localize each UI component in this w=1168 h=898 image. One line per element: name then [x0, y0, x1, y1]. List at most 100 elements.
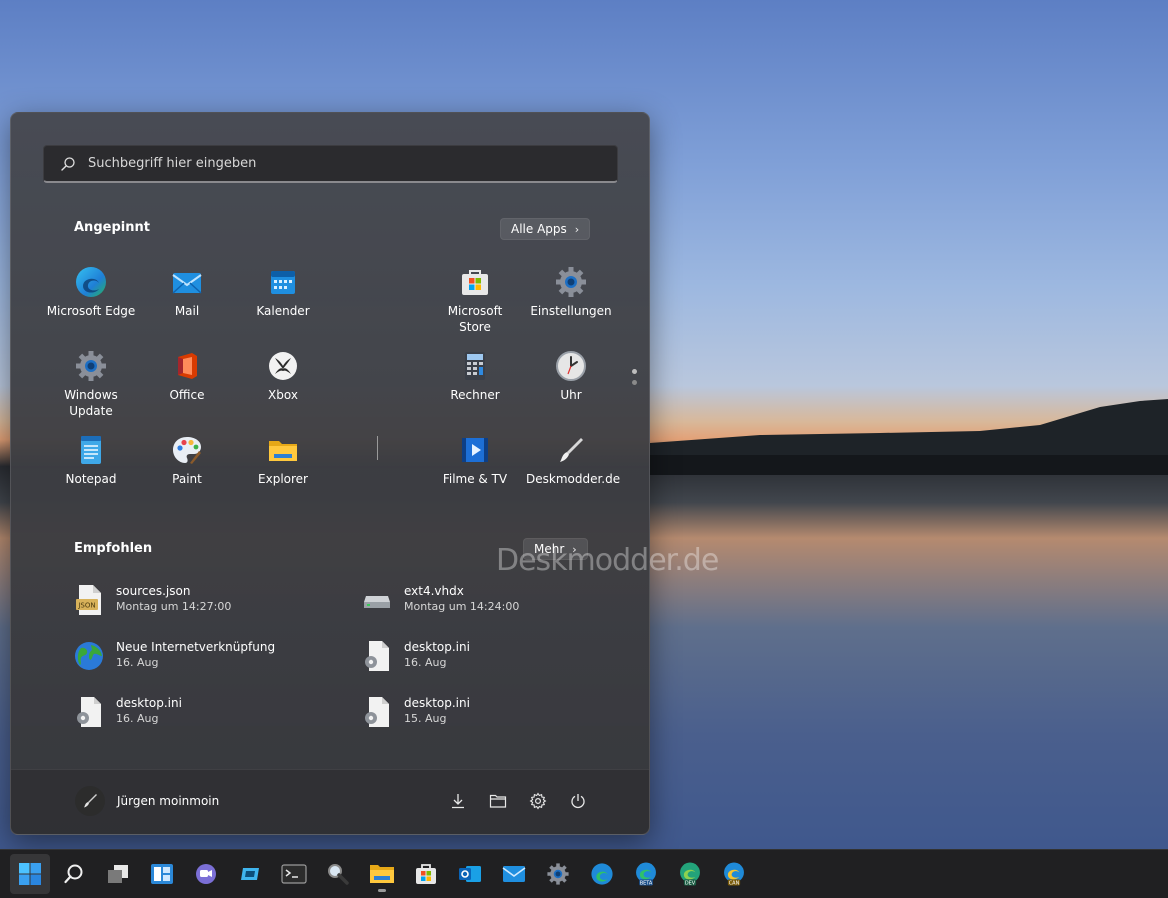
svg-text:CAN: CAN — [729, 880, 740, 886]
app-label: Explorer — [258, 472, 308, 486]
task-view-icon — [108, 865, 128, 883]
user-account-button[interactable]: Jürgen moinmoin — [75, 786, 219, 816]
recommended-item[interactable]: ext4.vhdx Montag um 14:24:00 — [362, 584, 632, 616]
pinned-app-xbox[interactable]: Xbox — [238, 349, 328, 403]
recommended-title: Empfohlen — [74, 541, 153, 556]
store-taskbar-button[interactable] — [406, 854, 446, 894]
pinned-app-paint[interactable]: Paint — [142, 433, 232, 487]
file-explorer-button[interactable] — [487, 790, 509, 812]
pinned-app-films-tv[interactable]: Filme & TV — [430, 433, 520, 487]
edge-canary-button[interactable]: CAN — [714, 854, 754, 894]
svg-text:BETA: BETA — [640, 880, 653, 886]
app-label: Windows Update — [64, 388, 118, 418]
drive-icon — [364, 596, 390, 608]
json-file-icon: JSON — [76, 585, 101, 615]
edge-dev-icon: DEV — [680, 862, 700, 886]
file-date: 16. Aug — [116, 656, 159, 669]
app-label: Microsoft Edge — [46, 304, 136, 318]
edge-icon — [591, 863, 613, 885]
pinned-app-mail[interactable]: Mail — [142, 265, 232, 319]
outlook-button[interactable] — [450, 854, 490, 894]
search-input[interactable] — [86, 155, 617, 172]
recommended-item[interactable]: desktop.ini 15. Aug — [362, 696, 632, 728]
gear-icon — [529, 792, 547, 810]
app-label: Notepad — [65, 472, 117, 486]
mail-icon — [172, 273, 202, 294]
xbox-icon — [269, 352, 297, 380]
store-icon — [416, 864, 436, 884]
widgets-button[interactable] — [142, 854, 182, 894]
magnifier-button[interactable] — [318, 854, 358, 894]
edge-beta-button[interactable]: BETA — [626, 854, 666, 894]
store-icon — [462, 270, 488, 295]
pinned-app-explorer[interactable]: Explorer — [238, 433, 328, 487]
terminal-button[interactable] — [274, 854, 314, 894]
explorer-taskbar-button[interactable] — [362, 854, 402, 894]
app-label: Xbox — [268, 388, 298, 402]
start-footer: Jürgen moinmoin — [11, 769, 649, 834]
pinned-app-store[interactable]: Microsoft Store — [430, 265, 520, 335]
edge-dev-button[interactable]: DEV — [670, 854, 710, 894]
svg-text:DEV: DEV — [685, 880, 696, 886]
pinned-page-indicator[interactable] — [632, 369, 637, 391]
pinned-app-office[interactable]: Office — [142, 349, 232, 403]
taskbar: BETA DEV CAN — [0, 849, 1168, 898]
recommended-item[interactable]: Neue Internetverknüpfung 16. Aug — [74, 640, 344, 672]
file-name: Neue Internetverknüpfung — [116, 640, 276, 654]
recommended-item[interactable]: JSON sources.json Montag um 14:27:00 — [74, 584, 344, 616]
recommended-item[interactable]: desktop.ini 16. Aug — [362, 640, 632, 672]
file-date: 16. Aug — [404, 656, 447, 669]
calendar-icon — [271, 271, 295, 294]
all-apps-button[interactable]: Alle Apps › — [500, 218, 591, 240]
gear-icon — [76, 351, 106, 381]
running-indicator — [378, 889, 386, 892]
more-button[interactable]: Mehr › — [523, 538, 588, 560]
app-label: Filme & TV — [442, 472, 508, 486]
settings-taskbar-button[interactable] — [538, 854, 578, 894]
file-date: Montag um 14:24:00 — [404, 600, 520, 613]
user-name: Jürgen moinmoin — [117, 794, 220, 808]
pinned-app-windows-update[interactable]: Windows Update — [46, 349, 136, 419]
pinned-app-clock[interactable]: Uhr — [526, 349, 616, 403]
pinned-app-edge[interactable]: Microsoft Edge — [46, 265, 136, 319]
downloads-button[interactable] — [447, 790, 469, 812]
search-box[interactable] — [43, 145, 618, 183]
file-name: ext4.vhdx — [404, 584, 464, 598]
edge-beta-icon: BETA — [636, 862, 656, 886]
start-menu: Angepinnt Alle Apps › Microsoft Edge Mai… — [10, 112, 719, 835]
pinned-app-deskmodder[interactable]: Deskmodder.de — [526, 433, 620, 487]
power-icon — [571, 794, 585, 809]
paint-icon — [173, 437, 201, 464]
windows-start-icon — [19, 863, 41, 885]
terminal-icon — [281, 864, 307, 884]
mail-taskbar-button[interactable] — [494, 854, 534, 894]
pinned-app-calculator[interactable]: Rechner — [430, 349, 520, 403]
file-name: desktop.ini — [404, 696, 470, 710]
explorer-icon — [370, 865, 394, 883]
taskbar-app-button[interactable] — [230, 854, 270, 894]
pinned-app-notepad[interactable]: Notepad — [46, 433, 136, 487]
task-view-button[interactable] — [98, 854, 138, 894]
recommended-item[interactable]: desktop.ini 16. Aug — [74, 696, 344, 728]
magnifier-icon — [328, 864, 349, 885]
start-button[interactable] — [10, 854, 50, 894]
taskbar-search-button[interactable] — [54, 854, 94, 894]
edge-taskbar-button[interactable] — [582, 854, 622, 894]
app-label: Uhr — [560, 388, 582, 402]
app-label: Office — [169, 388, 205, 402]
app-icon — [241, 868, 259, 880]
power-button[interactable] — [567, 790, 589, 812]
app-label: Paint — [172, 472, 202, 486]
pinned-app-calendar[interactable]: Kalender — [238, 265, 328, 319]
calculator-icon — [465, 352, 485, 380]
edge-canary-icon: CAN — [724, 862, 744, 886]
film-icon — [462, 438, 488, 462]
teams-chat-button[interactable] — [186, 854, 226, 894]
settings-button[interactable] — [527, 790, 549, 812]
avatar — [75, 786, 105, 816]
mail-icon — [502, 866, 526, 882]
pinned-app-settings[interactable]: Einstellungen — [526, 265, 616, 319]
app-label: Rechner — [450, 388, 500, 402]
app-label: Kalender — [256, 304, 310, 318]
office-icon — [178, 353, 197, 379]
